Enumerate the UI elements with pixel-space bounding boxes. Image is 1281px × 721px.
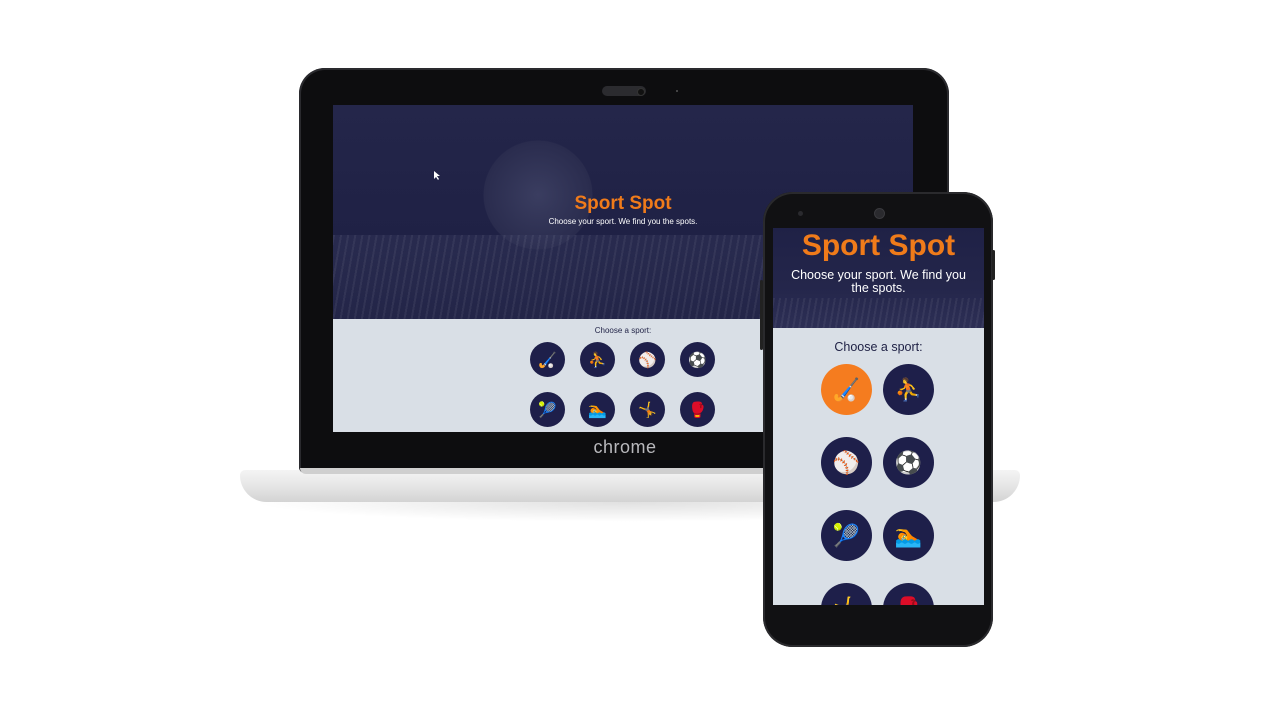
basketball-icon: ⛹	[894, 376, 923, 402]
sport-button-swimming[interactable]: 🏊	[883, 510, 934, 561]
sport-button-tennis[interactable]: 🎾	[821, 510, 872, 561]
sport-button-swimming[interactable]: 🏊	[580, 392, 615, 427]
soccer-icon: ⚽	[894, 449, 923, 475]
sport-button-soccer[interactable]: ⚽	[680, 342, 715, 377]
laptop-camera-icon	[637, 88, 645, 96]
phone-camera-icon	[874, 208, 885, 219]
sport-button-soccer[interactable]: ⚽	[883, 437, 934, 488]
baseball-icon: ⚾	[832, 449, 861, 475]
baseball-icon: ⚾	[638, 351, 657, 369]
phone-page-subtitle: Choose your sport. We find you the spots…	[791, 268, 966, 295]
phone-choose-label: Choose a sport:	[834, 340, 923, 354]
phone-screen: Sport Spot Choose your sport. We find yo…	[773, 228, 984, 605]
tennis-icon: 🎾	[538, 401, 557, 419]
basketball-icon: ⛹	[588, 351, 607, 369]
sport-button-hockey[interactable]: 🏑	[530, 342, 565, 377]
laptop-light-indicator	[676, 90, 678, 92]
hockey-icon: 🏑	[538, 351, 557, 369]
sport-button-baseball[interactable]: ⚾	[821, 437, 872, 488]
phone-hero-grass	[773, 298, 984, 328]
sport-button-tennis[interactable]: 🎾	[530, 392, 565, 427]
sport-button-gymnastics[interactable]: 🤸	[630, 392, 665, 427]
phone-power-button	[992, 250, 995, 280]
sport-button-baseball[interactable]: ⚾	[630, 342, 665, 377]
tennis-icon: 🎾	[832, 522, 861, 548]
boxing-icon: 🥊	[895, 596, 922, 606]
boxing-icon: 🥊	[688, 401, 707, 419]
laptop-sport-grid: 🏑 ⛹ ⚾ ⚽ 🎾 🏊 🤸 🥊	[530, 342, 715, 432]
phone-sport-grid: 🏑 ⛹ ⚾ ⚽ 🎾 🏊 🤸 🥊	[821, 364, 936, 605]
sport-button-basketball[interactable]: ⛹	[883, 364, 934, 415]
sport-button-gymnastics[interactable]: 🤸	[821, 583, 872, 605]
sport-button-boxing[interactable]: 🥊	[680, 392, 715, 427]
sport-button-hockey[interactable]: 🏑	[821, 364, 872, 415]
phone-page-title: Sport Spot	[801, 229, 956, 262]
swimming-icon: 🏊	[894, 522, 923, 548]
gymnastics-icon: 🤸	[833, 596, 860, 606]
phone-sensor-icon	[798, 211, 803, 216]
hockey-icon: 🏑	[832, 376, 861, 402]
sport-button-boxing[interactable]: 🥊	[883, 583, 934, 605]
gymnastics-icon: 🤸	[638, 401, 657, 419]
swimming-icon: 🏊	[588, 401, 607, 419]
laptop-brand-logo: chrome	[593, 437, 657, 457]
sport-button-basketball[interactable]: ⛹	[580, 342, 615, 377]
mouse-cursor-icon	[434, 171, 440, 180]
soccer-icon: ⚽	[688, 351, 707, 369]
